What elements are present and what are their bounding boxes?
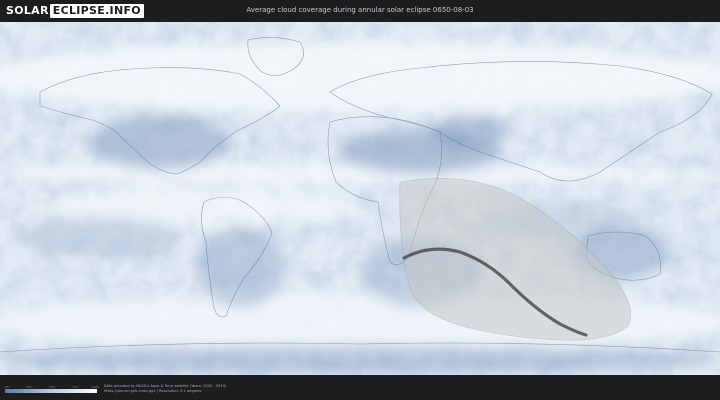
cloud-coverage-legend: 0% 25% 50% 75% 100% — [5, 385, 100, 395]
logo-solar-text: SOLAR — [6, 4, 49, 17]
data-credits: Data provided by NASA's Aqua & Terra sat… — [104, 384, 226, 394]
world-map-svg — [0, 22, 720, 375]
footer-bar: 0% 25% 50% 75% 100% Data provided by NAS… — [0, 375, 720, 400]
page-title: Average cloud coverage during annular so… — [246, 6, 474, 14]
site-logo[interactable]: SOLAR ECLIPSE.INFO — [6, 4, 144, 18]
legend-gradient-bar — [5, 389, 97, 393]
logo-eclipse-text: ECLIPSE.INFO — [49, 4, 144, 18]
credits-line-2[interactable]: https://neo.sci.gsfc.nasa.gov | Resoluti… — [104, 389, 226, 394]
header-bar: SOLAR ECLIPSE.INFO Average cloud coverage… — [0, 0, 720, 22]
cloud-coverage-map[interactable] — [0, 22, 720, 375]
